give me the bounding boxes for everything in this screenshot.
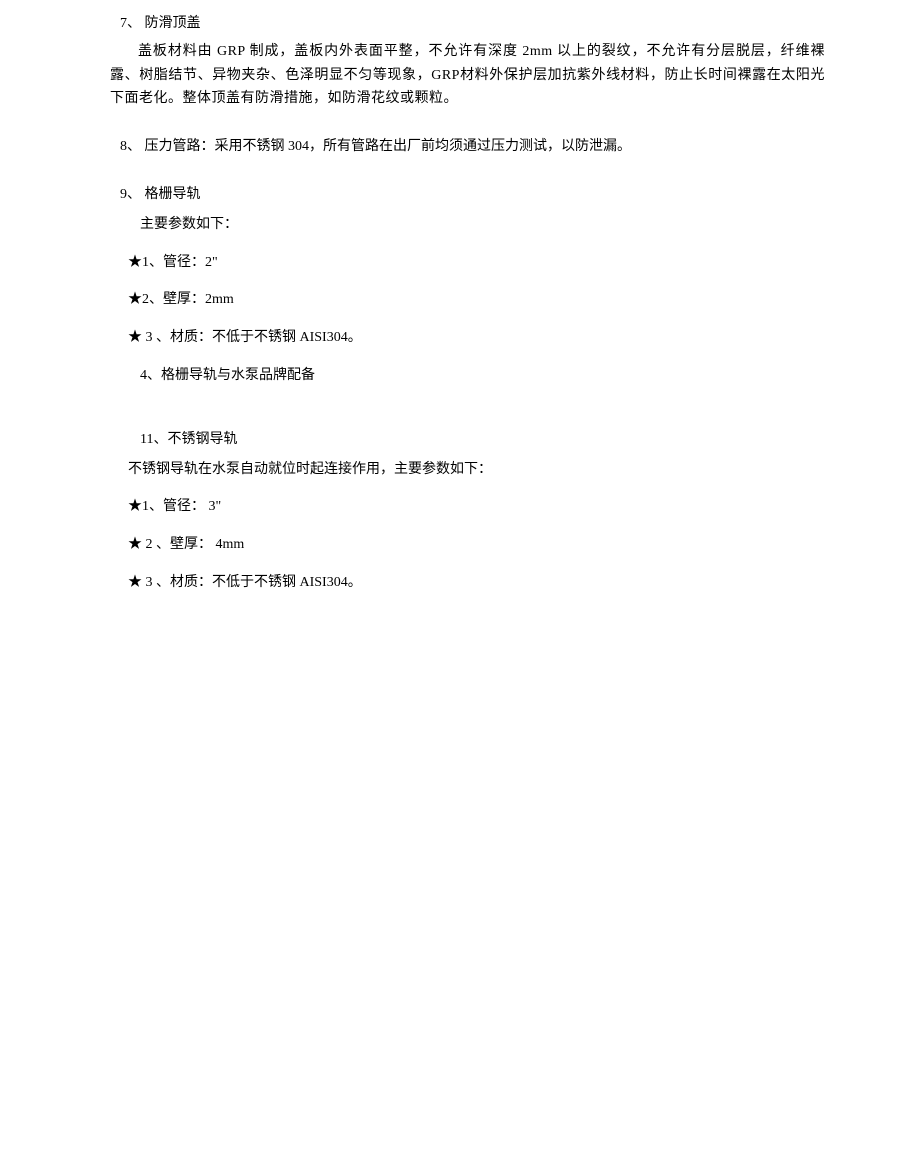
section-11-param-2: ★ 2 、壁厚： 4mm	[110, 533, 825, 557]
section-8-title: 8、 压力管路：采用不锈钢 304，所有管路在出厂前均须通过压力测试，以防泄漏。	[110, 135, 825, 159]
section-9-param-2: ★2、壁厚：2mm	[110, 288, 825, 312]
document-page: 7、 防滑顶盖 盖板材料由 GRP 制成，盖板内外表面平整，不允许有深度 2mm…	[0, 0, 920, 625]
section-7-title: 7、 防滑顶盖	[110, 12, 825, 36]
section-9-param-1: ★1、管径：2"	[110, 251, 825, 275]
section-11-title: 11、不锈钢导轨	[110, 428, 825, 452]
section-11-intro: 不锈钢导轨在水泵自动就位时起连接作用，主要参数如下：	[110, 458, 825, 482]
section-11-param-3: ★ 3 、材质：不低于不锈钢 AISI304。	[110, 571, 825, 595]
section-9-param-3: ★ 3 、材质：不低于不锈钢 AISI304。	[110, 326, 825, 350]
section-9-intro: 主要参数如下：	[110, 213, 825, 237]
section-7-body: 盖板材料由 GRP 制成，盖板内外表面平整，不允许有深度 2mm 以上的裂纹，不…	[110, 40, 825, 111]
section-9-title: 9、 格栅导轨	[110, 183, 825, 207]
section-9-param-4: 4、格栅导轨与水泵品牌配备	[110, 364, 825, 388]
section-11-param-1: ★1、管径： 3"	[110, 495, 825, 519]
